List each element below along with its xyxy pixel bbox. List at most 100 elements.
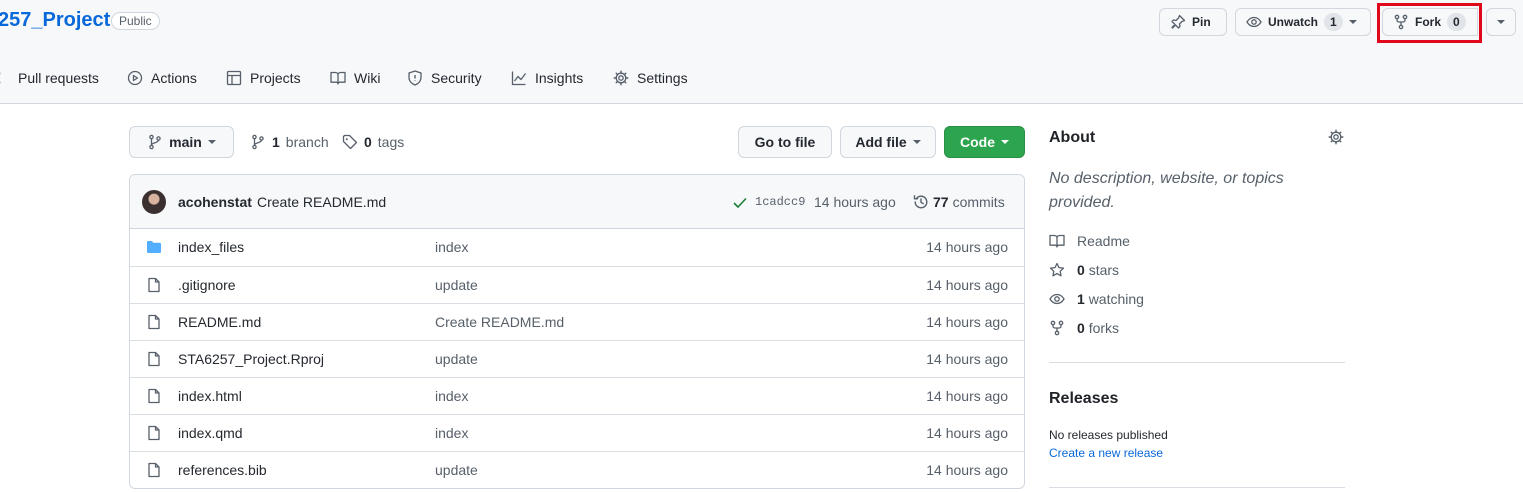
fork-label: Fork [1415,15,1442,29]
table-row[interactable]: references.bib update 14 hours ago [130,451,1024,488]
commits-label: commits [952,194,1005,210]
unwatch-counter: 1 [1324,13,1343,31]
table-row[interactable]: STA6257_Project.Rproj update 14 hours ago [130,340,1024,377]
table-row[interactable]: index.qmd index 14 hours ago [130,414,1024,451]
table-row[interactable]: .gitignore update 14 hours ago [130,266,1024,303]
tag-icon [342,134,358,150]
file-name-link[interactable]: index.html [178,388,242,404]
gear-icon[interactable] [1328,129,1344,145]
file-icon [146,462,162,478]
fork-dropdown-button[interactable] [1486,8,1516,36]
repo-name-link[interactable]: 257_Project [0,9,110,32]
file-name-link[interactable]: .gitignore [178,277,236,293]
tab-wiki[interactable]: Wiki [330,64,380,92]
eye-icon [1246,14,1262,30]
file-commit-message[interactable]: update [435,277,478,293]
tab-label: Projects [250,70,301,86]
tab-security[interactable]: Security [407,64,482,92]
branch-name: main [169,134,202,150]
play-icon [127,70,143,86]
branch-count: 1 [272,134,280,150]
readme-link[interactable]: Readme [1049,231,1130,251]
file-commit-time: 14 hours ago [926,314,1008,330]
commit-author[interactable]: acohenstat [178,194,252,210]
tab-label: Pull requests [18,70,99,86]
file-commit-message[interactable]: index [435,388,468,404]
no-releases-text: No releases published [1049,428,1168,442]
pin-label: Pin [1192,15,1211,29]
file-commit-message[interactable]: update [435,462,478,478]
table-row[interactable]: index_files index 14 hours ago [130,229,1024,266]
unwatch-button[interactable]: Unwatch 1 [1235,8,1371,36]
chevron-down-icon [912,140,921,144]
tags-link[interactable]: 0 tags [342,132,404,152]
pin-button[interactable]: Pin [1159,8,1227,36]
code-button[interactable]: Code [944,126,1025,158]
commit-sha[interactable]: 1cadcc9 [755,195,805,209]
file-icon [146,277,162,293]
tab-insights[interactable]: Insights [511,64,583,92]
create-release-link[interactable]: Create a new release [1049,446,1163,460]
pin-icon [1170,14,1186,30]
add-file-button[interactable]: Add file [840,126,936,158]
check-icon[interactable] [732,195,748,211]
tab-label: Insights [535,70,584,86]
file-name-link[interactable]: references.bib [178,462,267,478]
file-commit-message[interactable]: Create README.md [435,314,564,330]
file-commit-time: 14 hours ago [926,277,1008,293]
commit-message[interactable]: Create README.md [257,194,386,210]
fork-counter: 0 [1447,13,1466,31]
about-heading: About [1049,129,1096,146]
releases-heading[interactable]: Releases [1049,390,1118,408]
graph-icon [511,70,527,86]
history-icon [913,194,929,210]
file-commit-time: 14 hours ago [926,239,1008,255]
file-name-link[interactable]: index.qmd [178,425,243,441]
tab-actions[interactable]: Actions [127,64,197,92]
forks-count: 0 [1077,320,1085,336]
tab-projects[interactable]: Projects [226,64,301,92]
avatar[interactable] [142,190,166,214]
fork-button[interactable]: Fork 0 [1382,8,1478,36]
file-commit-message[interactable]: update [435,351,478,367]
chevron-down-icon [1001,140,1009,144]
chevron-down-icon [207,140,216,144]
star-icon [1049,262,1065,278]
table-icon [226,70,242,86]
commit-time: 14 hours ago [814,194,896,210]
table-row[interactable]: index.html index 14 hours ago [130,377,1024,414]
file-name-link[interactable]: STA6257_Project.Rproj [178,351,324,367]
branch-select-button[interactable]: main [129,126,234,158]
branch-label: branch [285,134,329,150]
watchers-link[interactable]: 1 watching [1049,289,1144,309]
tab-pull-requests[interactable]: Pull requests [0,64,99,92]
readme-label: Readme [1077,233,1130,249]
file-commit-message[interactable]: index [435,239,468,255]
fork-icon [1049,320,1065,336]
commits-link[interactable]: 77 commits [913,194,1005,210]
fork-icon [1393,14,1409,30]
table-row[interactable]: README.md Create README.md 14 hours ago [130,303,1024,340]
file-icon [146,425,162,441]
branches-link[interactable]: 1 branch [250,132,329,152]
watching-label: watching [1088,291,1144,307]
forks-link[interactable]: 0 forks [1049,318,1119,338]
stars-count: 0 [1077,262,1085,278]
tab-label: Actions [151,70,197,86]
stars-link[interactable]: 0 stars [1049,260,1119,280]
shield-icon [407,70,423,86]
repo-header: 257_Project Public Pin Unwatch 1 Fork 0 … [0,0,1523,104]
go-to-file-button[interactable]: Go to file [738,126,832,158]
tab-settings[interactable]: Settings [613,64,688,92]
about-description: No description, website, or topics provi… [1049,170,1284,211]
gear-icon [613,70,629,86]
tab-label: Security [431,70,482,86]
file-browser: acohenstat Create README.md 1cadcc9 14 h… [129,174,1025,489]
file-name-link[interactable]: README.md [178,314,261,330]
file-commit-message[interactable]: index [435,425,468,441]
file-commit-time: 14 hours ago [926,462,1008,478]
visibility-badge: Public [111,12,160,30]
tab-label: Wiki [354,70,381,86]
watching-count: 1 [1077,291,1085,307]
file-name-link[interactable]: index_files [178,239,244,255]
